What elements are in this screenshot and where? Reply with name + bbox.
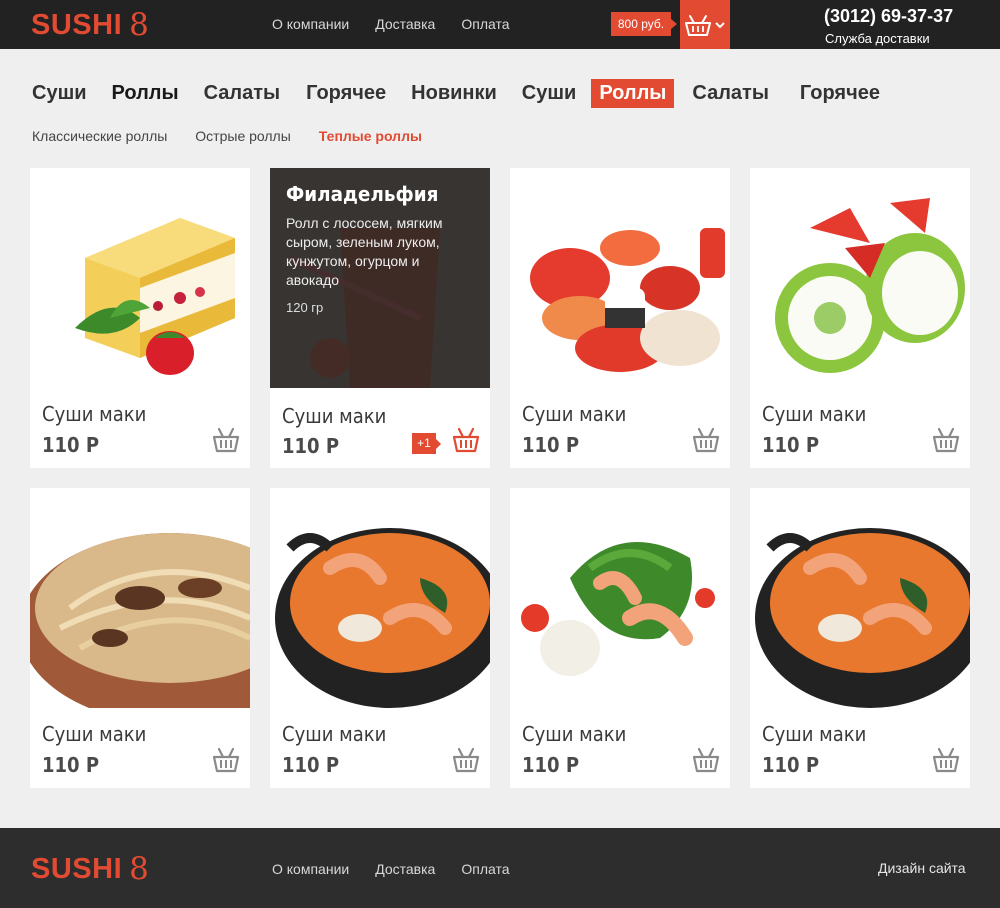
category-hot[interactable]: Горячее [298,79,394,108]
product-title: Суши маки [522,722,627,746]
top-nav: О компании Доставка Оплата [272,16,536,32]
category-sushi-2[interactable]: Суши [514,79,585,108]
basket-icon[interactable] [212,426,240,454]
subcategory-nav: Классические роллы Острые роллы Теплые р… [32,128,450,144]
basket-icon[interactable] [932,746,960,774]
product-title: Суши маки [282,404,387,428]
product-title: Суши маки [42,722,147,746]
product-card[interactable]: Суши маки 110 Р [750,488,970,788]
logo[interactable]: SUSHI 8 [31,7,150,43]
footer-link-payment[interactable]: Оплата [461,861,509,877]
product-image [510,488,730,708]
basket-icon[interactable] [692,746,720,774]
subcategory-spicy[interactable]: Острые роллы [195,128,291,144]
category-sushi[interactable]: Суши [24,79,95,108]
category-salads-2[interactable]: Салаты [684,79,777,108]
product-title: Суши маки [42,402,147,426]
basket-icon[interactable] [212,746,240,774]
product-price: 110 Р [42,753,100,777]
product-title: Суши маки [522,402,627,426]
footer-link-delivery[interactable]: Доставка [375,861,435,877]
product-card[interactable]: Суши маки 110 Р [270,488,490,788]
product-card[interactable]: Суши маки 110 Р [510,488,730,788]
site-header: SUSHI 8 О компании Доставка Оплата 800 р… [0,0,1000,49]
phone-number[interactable]: (3012) 69-37-37 [824,6,953,27]
basket-icon[interactable] [452,426,480,454]
logo-text: SUSHI [31,8,123,41]
product-image: Филадельфия Ролл с лососем, мягким сыром… [270,168,490,388]
product-image [510,168,730,388]
product-detail-overlay: Филадельфия Ролл с лососем, мягким сыром… [270,168,490,388]
nav-link-delivery[interactable]: Доставка [375,16,435,32]
product-card[interactable]: Суши маки 110 Р [510,168,730,468]
product-price: 110 Р [282,753,340,777]
basket-icon [685,14,711,36]
product-price: 110 Р [42,433,100,457]
product-price: 110 Р [522,753,580,777]
basket-icon[interactable] [452,746,480,774]
product-image [750,488,970,708]
phone-subtitle: Служба доставки [825,31,930,46]
product-card[interactable]: Суши маки 110 Р [750,168,970,468]
product-card[interactable]: Суши маки 110 Р [30,168,250,468]
nav-link-about[interactable]: О компании [272,16,349,32]
logo-number: 8 [129,851,150,887]
logo-number: 8 [129,7,150,43]
chevron-down-icon [715,21,725,28]
product-title: Суши маки [762,402,867,426]
footer-link-about[interactable]: О компании [272,861,349,877]
site-footer: SUSHI 8 О компании Доставка Оплата Дизай… [0,828,1000,908]
product-image [30,168,250,388]
cart-total-badge[interactable]: 800 руб. [611,12,677,36]
basket-icon[interactable] [692,426,720,454]
overlay-weight: 120 гр [286,300,324,315]
design-credit-link[interactable]: Дизайн сайта [878,860,966,876]
subcategory-classic[interactable]: Классические роллы [32,128,167,144]
product-card-hovered[interactable]: Филадельфия Ролл с лососем, мягким сыром… [270,168,490,468]
product-price: 110 Р [282,434,340,458]
nav-link-payment[interactable]: Оплата [461,16,509,32]
product-price: 110 Р [522,433,580,457]
overlay-title: Филадельфия [286,182,439,206]
basket-icon[interactable] [932,426,960,454]
product-price: 110 Р [762,753,820,777]
product-image [270,488,490,708]
product-card[interactable]: Суши маки 110 Р [30,488,250,788]
category-salads[interactable]: Салаты [196,79,289,108]
footer-logo[interactable]: SUSHI 8 [31,851,150,887]
category-nav: Суши Роллы Салаты Горячее Новинки Суши Р… [32,78,888,108]
product-image [750,168,970,388]
logo-text: SUSHI [31,852,123,885]
category-rolls-active[interactable]: Роллы [591,78,675,108]
product-title: Суши маки [282,722,387,746]
product-image [30,488,250,708]
category-new[interactable]: Новинки [403,79,505,108]
category-hot-2[interactable]: Горячее [792,79,888,108]
product-price: 110 Р [762,433,820,457]
category-rolls[interactable]: Роллы [104,79,187,108]
cart-button[interactable] [680,0,730,49]
overlay-description: Ролл с лососем, мягким сыром, зеленым лу… [286,215,443,288]
added-count-badge: +1 [412,433,441,454]
product-title: Суши маки [762,722,867,746]
subcategory-warm[interactable]: Теплые роллы [319,128,422,144]
footer-nav: О компании Доставка Оплата [272,861,536,877]
